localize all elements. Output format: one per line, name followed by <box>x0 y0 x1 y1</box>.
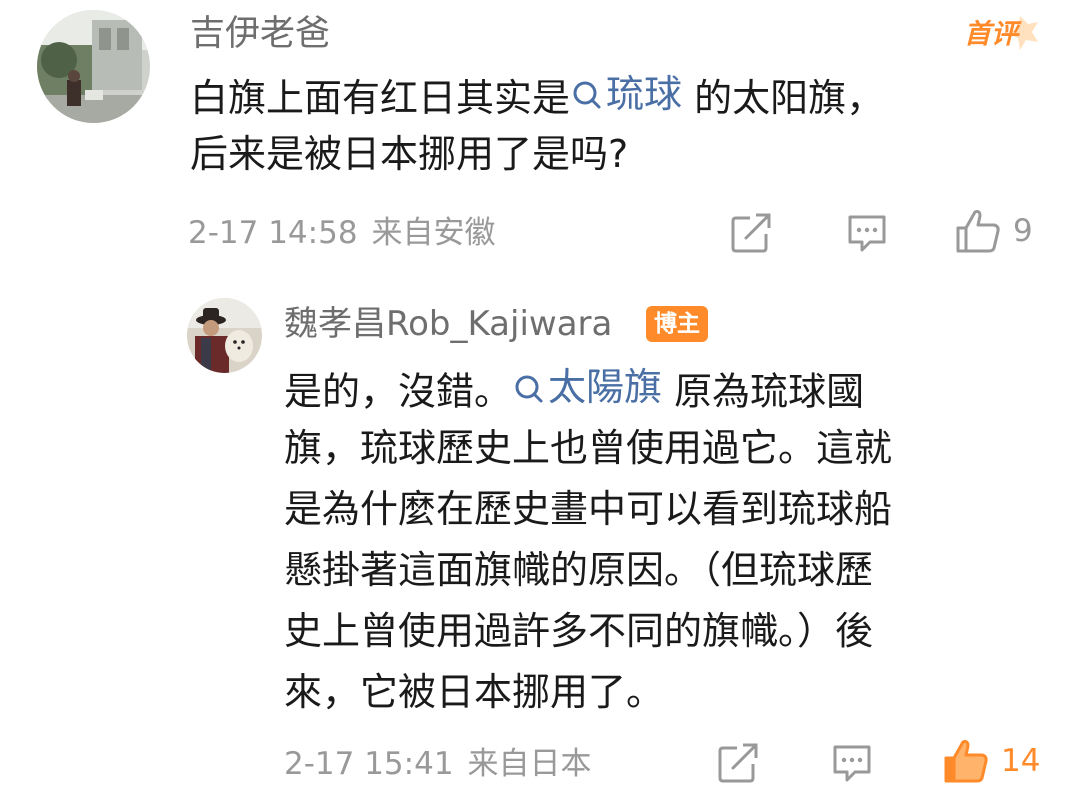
comment-line: 白旗上面有红日其实是 琉球 的太阳旗， <box>190 64 884 124</box>
topic-link-label: 琉球 <box>606 72 683 116</box>
comment-text-segment: 是的，沒錯。 <box>284 369 513 414</box>
share-button[interactable] <box>730 212 774 254</box>
comment-text-segment: 白旗上面有红日其实是 <box>190 76 571 120</box>
topic-link[interactable]: 琉球 <box>570 64 682 124</box>
comment-text-segment: 是為什麼在歷史畫中可以看到琉球船 <box>284 487 893 531</box>
share-icon <box>731 213 771 253</box>
avatar-photo <box>37 10 150 123</box>
comment-body: 是的，沒錯。 太陽旗 原為琉球國 旗，琉球歷史上也曾使用過它。這就 是為什麼在歷史… <box>284 357 892 723</box>
comment-icon <box>848 215 886 252</box>
comment-line: 是的，沒錯。 太陽旗 原為琉球國 <box>284 357 892 418</box>
comment-line: 后来是被日本挪用了是吗? <box>190 124 884 184</box>
like-button[interactable]: 9 <box>953 206 1033 256</box>
search-icon <box>515 375 543 402</box>
first-comment-badge: 首评 <box>962 12 1040 52</box>
comment-author-name[interactable]: 魏孝昌Rob_Kajiwara <box>284 302 612 346</box>
avatar-photo <box>187 298 262 373</box>
comment-location: 来自日本 <box>467 746 592 782</box>
comment-line: 史上曾使用過許多不同的旗幟。）後 <box>284 601 892 662</box>
topic-link[interactable]: 太陽旗 <box>512 357 662 418</box>
comment-text-segment: 史上曾使用過許多不同的旗幟。）後 <box>284 609 874 653</box>
comment-timestamp: 2-17 15:41 <box>284 746 454 782</box>
comment-line: 旗，琉球歷史上也曾使用過它。這就 <box>284 418 892 479</box>
avatar[interactable] <box>187 298 262 373</box>
comment-text-segment: 懸掛著這面旗幟的原因。（但琉球歷 <box>284 548 874 592</box>
comment-timestamp: 2-17 14:58 <box>188 215 358 251</box>
share-icon <box>718 743 758 783</box>
comment-text-segment: 的太阳旗， <box>682 76 885 120</box>
comment-meta: 2-17 15:41 来自日本 <box>284 744 592 784</box>
search-icon <box>573 81 601 109</box>
avatar[interactable] <box>37 10 150 123</box>
thumbs-up-icon <box>956 210 1000 253</box>
comment-text-segment: 來，它被日本挪用了。 <box>284 670 665 714</box>
comment-text-segment: 旗，琉球歷史上也曾使用過它。這就 <box>284 426 893 470</box>
comment-text-segment: 原為琉球國 <box>662 369 865 414</box>
comment-body: 白旗上面有红日其实是 琉球 的太阳旗， 后来是被日本挪用了是吗? <box>190 64 884 184</box>
comment-meta: 2-17 14:58 来自安徽 <box>188 213 496 253</box>
share-button[interactable] <box>717 742 761 784</box>
comment-line: 來，它被日本挪用了。 <box>284 662 892 723</box>
comment-location: 来自安徽 <box>371 215 496 251</box>
like-count: 9 <box>1013 213 1033 249</box>
like-count: 14 <box>1001 743 1041 779</box>
reply-button[interactable] <box>846 212 888 254</box>
first-comment-badge-label: 首评 <box>964 19 1022 50</box>
comment-author-name[interactable]: 吉伊老爸 <box>190 12 330 56</box>
comment-line: 懸掛著這面旗幟的原因。（但琉球歷 <box>284 540 892 601</box>
author-badge: 博主 <box>646 306 708 342</box>
first-comment-badge-icon: 首评 <box>964 16 1038 50</box>
thumbs-up-icon <box>944 740 988 783</box>
comment-icon <box>833 745 871 782</box>
comment-text-segment: 后来是被日本挪用了是吗? <box>190 132 629 176</box>
comment-line: 是為什麼在歷史畫中可以看到琉球船 <box>284 479 892 540</box>
reply-button[interactable] <box>831 742 873 784</box>
topic-link-label: 太陽旗 <box>548 365 663 409</box>
like-button-active[interactable]: 14 <box>941 736 1040 786</box>
